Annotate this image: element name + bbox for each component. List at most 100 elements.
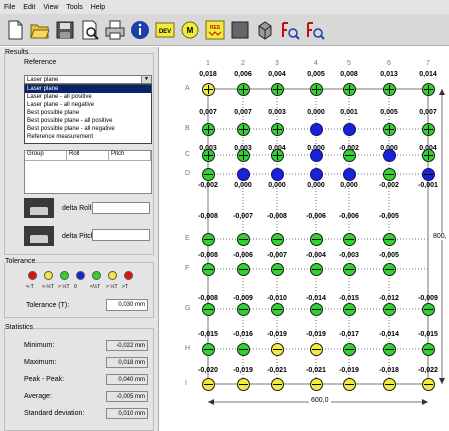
column-header-roll[interactable]: Roll — [67, 151, 109, 160]
reference-option[interactable]: Laser plane - all positive — [25, 93, 151, 101]
reference-option[interactable]: Laser plane — [25, 85, 151, 93]
print-preview-button[interactable] — [79, 19, 101, 41]
measurement-point[interactable] — [202, 168, 215, 181]
measurement-point[interactable] — [237, 168, 250, 181]
measurement-point[interactable] — [422, 378, 435, 391]
measurement-point[interactable] — [237, 343, 250, 356]
column-header-pitch[interactable]: Pitch — [109, 151, 151, 160]
zoom-out-button[interactable] — [304, 19, 326, 41]
reference-option[interactable]: Best possible plane - all negative — [25, 125, 151, 133]
measurement-point[interactable] — [310, 83, 323, 96]
measurement-point[interactable] — [202, 263, 215, 276]
reference-option[interactable]: Laser plane - all negative — [25, 101, 151, 109]
measurement-point[interactable] — [271, 263, 284, 276]
measurement-point[interactable] — [310, 149, 323, 162]
tolerance-legend-label: 0 — [74, 284, 77, 290]
menu-edit[interactable]: Edit — [19, 4, 39, 11]
measurement-point[interactable] — [237, 233, 250, 246]
measurement-point[interactable] — [383, 233, 396, 246]
row-letter: G — [185, 305, 191, 312]
menu-file[interactable]: File — [0, 4, 19, 11]
measurement-point[interactable] — [237, 263, 250, 276]
measurement-point[interactable] — [383, 263, 396, 276]
measurement-point[interactable] — [343, 168, 356, 181]
measurement-point[interactable] — [310, 378, 323, 391]
measurement-point[interactable] — [343, 83, 356, 96]
stat-label: Average: — [24, 393, 52, 400]
measurement-point[interactable] — [237, 83, 250, 96]
measurement-point[interactable] — [343, 303, 356, 316]
zoom-in-button[interactable] — [279, 19, 301, 41]
measurement-point[interactable] — [383, 168, 396, 181]
measurement-point[interactable] — [343, 123, 356, 136]
measurement-point[interactable] — [343, 378, 356, 391]
measurement-point[interactable] — [422, 83, 435, 96]
measurement-point[interactable] — [202, 83, 215, 96]
measurement-point[interactable] — [271, 123, 284, 136]
measurement-point[interactable] — [202, 123, 215, 136]
measurement-point[interactable] — [310, 343, 323, 356]
measurement-point[interactable] — [237, 303, 250, 316]
3d-view-button[interactable] — [254, 19, 276, 41]
measurement-point[interactable] — [383, 149, 396, 162]
measurement-point[interactable] — [202, 378, 215, 391]
measurement-point[interactable] — [271, 149, 284, 162]
measurement-point[interactable] — [422, 149, 435, 162]
delta-pitch-field[interactable] — [92, 229, 150, 241]
measurement-point[interactable] — [271, 233, 284, 246]
reference-option[interactable]: Reference measurement — [25, 133, 151, 141]
measurement-point[interactable] — [237, 149, 250, 162]
res-button[interactable]: RES — [204, 19, 226, 41]
measurement-point[interactable] — [271, 378, 284, 391]
measurement-point[interactable] — [202, 303, 215, 316]
chevron-down-icon[interactable]: ▼ — [141, 76, 151, 83]
measurement-point[interactable] — [422, 343, 435, 356]
measurement-point[interactable] — [271, 83, 284, 96]
measurement-point[interactable] — [422, 168, 435, 181]
measurement-point[interactable] — [383, 83, 396, 96]
delta-roll-field[interactable] — [92, 202, 150, 214]
m-button[interactable]: M — [179, 19, 201, 41]
dev-button[interactable]: DEV — [154, 19, 176, 41]
open-button[interactable] — [29, 19, 51, 41]
measurement-point[interactable] — [271, 343, 284, 356]
measurement-point[interactable] — [383, 303, 396, 316]
save-button[interactable] — [54, 19, 76, 41]
menu-tools[interactable]: Tools — [62, 4, 86, 11]
measurement-point[interactable] — [343, 149, 356, 162]
measurement-point[interactable] — [310, 168, 323, 181]
measurement-point[interactable] — [383, 123, 396, 136]
measurement-point[interactable] — [202, 233, 215, 246]
reference-option[interactable]: Best possible plane — [25, 109, 151, 117]
measurement-point[interactable] — [422, 303, 435, 316]
info-button[interactable] — [129, 19, 151, 41]
measurement-point[interactable] — [202, 149, 215, 162]
measurement-point[interactable] — [271, 168, 284, 181]
grid-view-button[interactable] — [229, 19, 251, 41]
new-button[interactable] — [4, 19, 26, 41]
measurement-point[interactable] — [383, 378, 396, 391]
measurement-point[interactable] — [310, 233, 323, 246]
print-button[interactable] — [104, 19, 126, 41]
measurement-point[interactable] — [343, 233, 356, 246]
measurement-point[interactable] — [383, 343, 396, 356]
measurement-point[interactable] — [310, 123, 323, 136]
measurement-point[interactable] — [343, 343, 356, 356]
row-letter: F — [185, 265, 190, 272]
reference-select[interactable]: Laser plane ▼ — [24, 75, 152, 84]
measurement-point[interactable] — [310, 263, 323, 276]
column-header-group[interactable]: Group — [25, 151, 67, 160]
measurement-point[interactable] — [202, 343, 215, 356]
measurement-point[interactable] — [237, 123, 250, 136]
measurement-point[interactable] — [343, 263, 356, 276]
measurement-point[interactable] — [422, 123, 435, 136]
measurement-point[interactable] — [310, 303, 323, 316]
menu-view[interactable]: View — [39, 4, 62, 11]
reference-option[interactable]: Best possible plane - all positive — [25, 117, 151, 125]
menu-help[interactable]: Help — [87, 4, 109, 11]
group-table: Group Roll Pitch — [24, 150, 152, 194]
measurement-point[interactable] — [271, 303, 284, 316]
measurement-point[interactable] — [237, 378, 250, 391]
tolerance-input[interactable]: 0,030 mm — [106, 299, 148, 311]
height-dimension-label: 800, — [433, 233, 447, 240]
